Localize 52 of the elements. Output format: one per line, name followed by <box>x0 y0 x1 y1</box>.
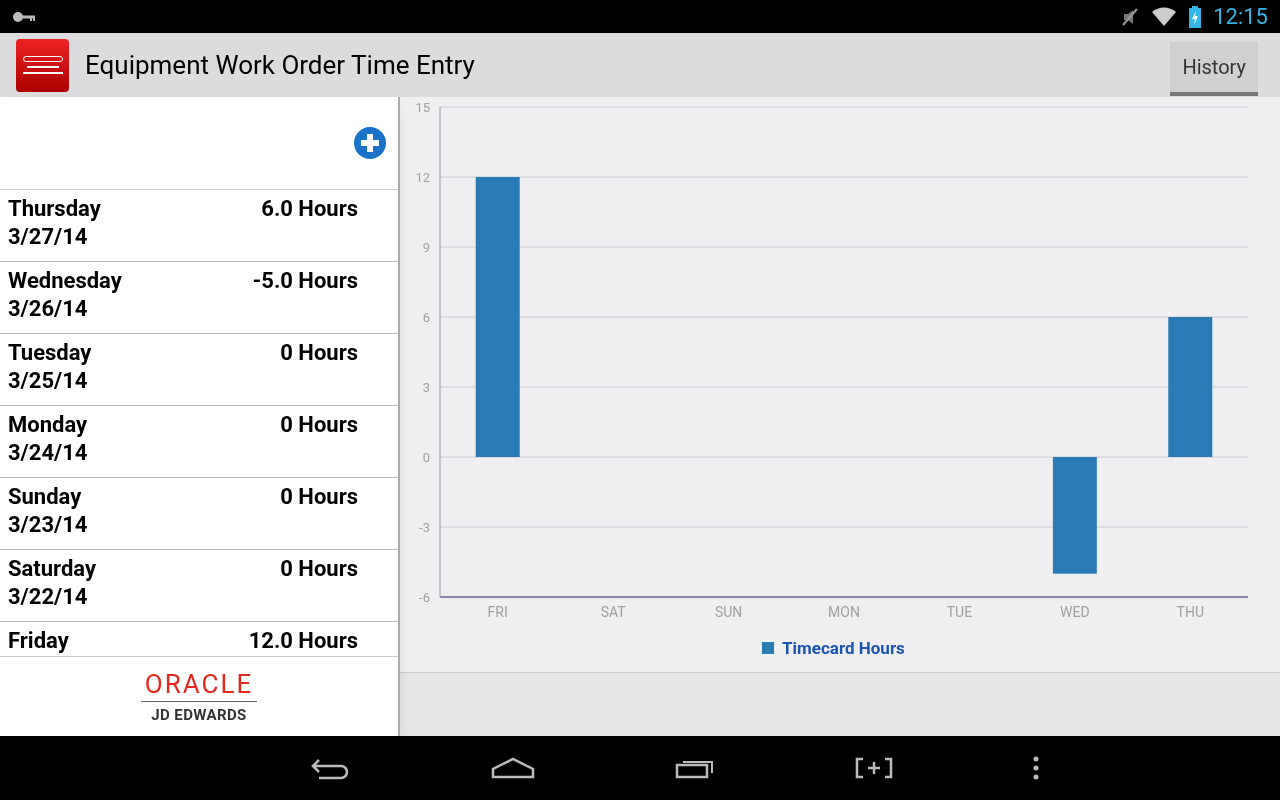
day-name: Monday <box>8 411 88 439</box>
history-button[interactable]: History <box>1170 42 1258 96</box>
hours-value: 0 Hours <box>280 411 358 439</box>
x-axis-label: MON <box>828 604 860 620</box>
brand-logo-text: ORACLE <box>140 670 258 702</box>
y-axis-label: 12 <box>415 170 430 185</box>
y-axis-label: 9 <box>422 240 430 255</box>
day-name: Sunday <box>8 483 83 511</box>
legend-label: Timecard Hours <box>782 638 905 658</box>
x-axis-label: FRI <box>487 604 508 620</box>
x-axis-label: THU <box>1176 604 1204 620</box>
add-icon[interactable] <box>353 126 387 160</box>
entry-date: 3/24/14 <box>8 439 88 467</box>
home-icon[interactable] <box>491 757 535 779</box>
hours-value: 12.0 Hours <box>248 627 358 655</box>
hours-value: 0 Hours <box>280 339 358 367</box>
entry-date: 3/27/14 <box>8 223 89 251</box>
y-axis-label: 15 <box>415 100 430 115</box>
app-title: Equipment Work Order Time Entry <box>85 48 475 82</box>
back-icon[interactable] <box>311 756 351 780</box>
y-axis-label: -3 <box>419 520 430 535</box>
x-axis-label: SUN <box>714 604 743 620</box>
y-axis-label: 3 <box>422 380 430 395</box>
y-axis-label: 0 <box>422 450 430 465</box>
entry-date: 3/23/14 <box>8 511 88 539</box>
day-name: Friday <box>8 627 69 655</box>
day-name: Thursday <box>8 195 101 223</box>
y-axis-label: -6 <box>419 590 430 605</box>
day-name: Saturday <box>8 555 96 583</box>
x-axis-label: TUE <box>946 604 973 620</box>
day-name: Tuesday <box>8 339 92 367</box>
hours-value: 0 Hours <box>280 555 358 583</box>
entry-date: 3/25/14 <box>8 367 89 395</box>
muted-speaker-icon <box>1121 6 1140 27</box>
legend-swatch <box>762 642 774 654</box>
hours-value: 0 Hours <box>280 483 358 511</box>
menu-icon[interactable] <box>1033 756 1039 780</box>
x-axis-label: SAT <box>600 604 626 620</box>
entry-date: 3/26/14 <box>8 295 89 323</box>
screenshot-icon[interactable] <box>855 757 893 779</box>
key-icon <box>12 10 36 23</box>
clock-time: 12:15 <box>1213 3 1268 31</box>
day-name: Wednesday <box>8 267 122 295</box>
y-axis-label: 6 <box>422 310 430 325</box>
x-axis-label: WED <box>1060 604 1090 620</box>
hours-value: 6.0 Hours <box>261 195 358 223</box>
entry-date: 3/22/14 <box>8 583 89 611</box>
wifi-icon <box>1151 6 1178 27</box>
product-logo-text: JD EDWARDS <box>151 707 247 723</box>
battery-icon <box>1189 5 1202 28</box>
app-logo-icon <box>16 38 69 92</box>
hours-value: -5.0 Hours <box>252 267 358 295</box>
